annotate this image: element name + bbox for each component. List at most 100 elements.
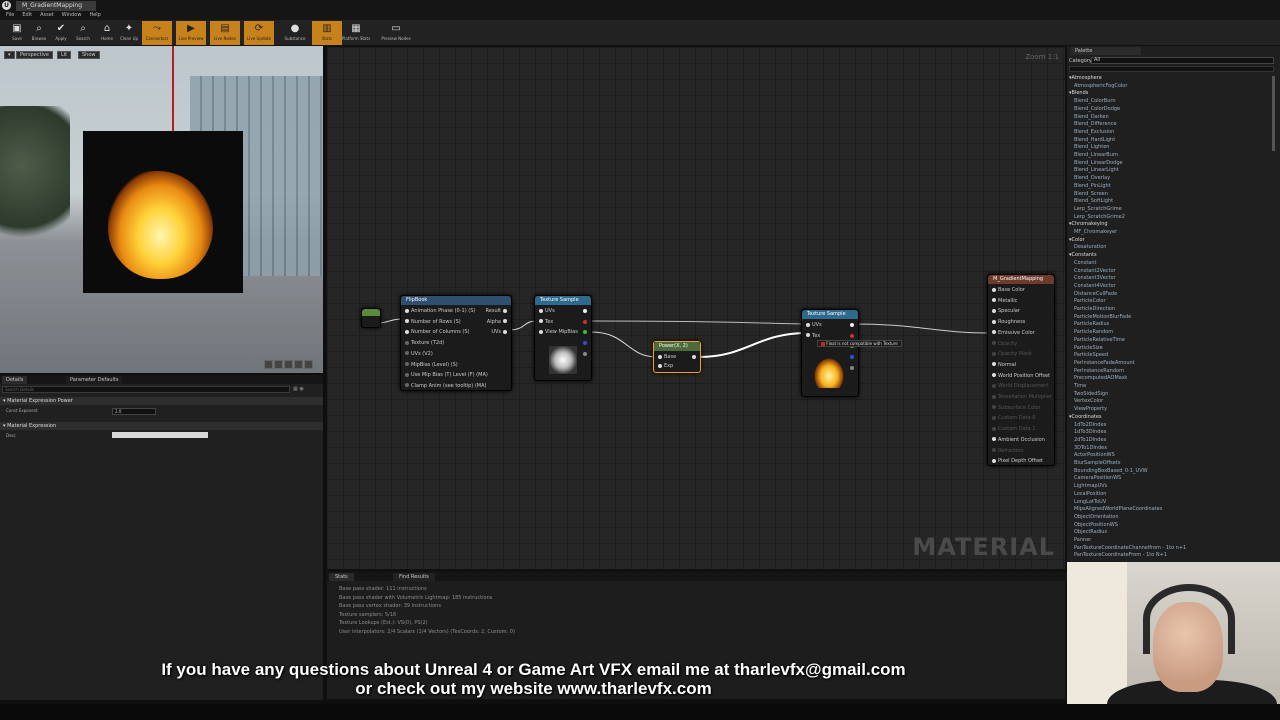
tab-parameter-defaults[interactable]: Parameter Defaults	[66, 376, 123, 384]
palette-category[interactable]: ▾Chromakeying	[1069, 221, 1108, 227]
result-input-pin[interactable]: Emissive Color	[990, 330, 1035, 336]
palette-category[interactable]: ▾Atmosphere	[1069, 75, 1102, 81]
palette-item[interactable]: Constant	[1074, 260, 1096, 266]
palette-item[interactable]: LongLatToUV	[1074, 499, 1106, 505]
palette-item[interactable]: 2dTo1DIndex	[1074, 437, 1106, 443]
power-output-icon[interactable]	[692, 355, 696, 359]
output-pin-icon[interactable]	[583, 319, 587, 324]
tab-palette[interactable]: Palette	[1071, 47, 1141, 55]
live-update-button[interactable]: ⟳ Live Update	[244, 21, 274, 45]
clean-up-button[interactable]: ✦ Clean Up	[114, 21, 144, 45]
flipbook-input-pin[interactable]: Animation Phase (0-1) (S)	[403, 308, 475, 314]
palette-item[interactable]: ParticleRadius	[1074, 321, 1109, 327]
const-exponent-input[interactable]: 2.0	[112, 408, 156, 415]
flipbook-input-pin[interactable]: UVs (V2)	[403, 351, 433, 357]
texsample2-input-pin[interactable]: UVs	[804, 322, 822, 328]
tab-stats[interactable]: Stats	[329, 573, 354, 581]
output-pin-icon[interactable]	[850, 355, 854, 360]
palette-category[interactable]: ▾Color	[1069, 237, 1085, 243]
palette-item[interactable]: PrecomputedAOMask	[1074, 375, 1127, 381]
document-tab[interactable]: M_GradientMapping	[16, 1, 96, 11]
palette-item[interactable]: Blend_Exclusion	[1074, 129, 1114, 135]
menu-window[interactable]: Window	[62, 11, 82, 20]
menu-asset[interactable]: Asset	[40, 11, 54, 20]
palette-item[interactable]: ParticleRelativeTime	[1074, 337, 1125, 343]
palette-category[interactable]: ▾Coordinates	[1069, 414, 1102, 420]
category-material-expression[interactable]: ▾ Material Expression	[0, 422, 323, 430]
palette-item[interactable]: LightmapUVs	[1074, 483, 1107, 489]
palette-category[interactable]: ▾Constants	[1069, 252, 1097, 258]
result-input-pin[interactable]: Refraction	[990, 448, 1024, 454]
result-input-pin[interactable]: Pixel Depth Offset	[990, 458, 1043, 464]
material-graph[interactable]: Zoom 1:1 MATERIAL FlipBook Animation Pha…	[326, 46, 1066, 570]
flipbook-input-pin[interactable]: Use Mip Bias (T) Level (F) (MA)	[403, 372, 488, 378]
connectors-button[interactable]: ⤳ Connectors	[142, 21, 172, 45]
palette-item[interactable]: Constant3Vector	[1074, 275, 1116, 281]
palette-item[interactable]: ParticleMotionBlurFade	[1074, 314, 1131, 320]
palette-item[interactable]: BlurSampleOffsets	[1074, 460, 1120, 466]
palette-item[interactable]: TwoSidedSign	[1074, 391, 1108, 397]
palette-item[interactable]: PanTextureCoordinateChannelfrom - 1to n+…	[1074, 545, 1186, 551]
preview-viewport[interactable]: ▾ Perspective Lit Show	[0, 46, 323, 373]
result-input-pin[interactable]: World Position Offset	[990, 373, 1050, 379]
show-button[interactable]: Show	[78, 51, 100, 59]
details-search-input[interactable]: Search Details	[2, 386, 290, 393]
result-input-pin[interactable]: World Displacement	[990, 383, 1048, 389]
palette-item[interactable]: VertexColor	[1074, 398, 1103, 404]
palette-item[interactable]: Blend_Difference	[1074, 121, 1117, 127]
palette-item[interactable]: ObjectRadius	[1074, 529, 1107, 535]
palette-item[interactable]: Time	[1074, 383, 1086, 389]
flipbook-input-pin[interactable]: Number of Columns (S)	[403, 329, 470, 335]
palette-item[interactable]: Blend_Darken	[1074, 114, 1109, 120]
palette-item[interactable]: ParticleRandom	[1074, 329, 1113, 335]
flipbook-output-pin[interactable]: Result	[486, 308, 509, 314]
palette-item[interactable]: Blend_HardLight	[1074, 137, 1115, 143]
palette-item[interactable]: Blend_Lighten	[1074, 144, 1109, 150]
palette-item[interactable]: ParticleDirection	[1074, 306, 1115, 312]
cylinder-icon[interactable]	[264, 360, 273, 369]
texture-sample-node-1[interactable]: Texture Sample UVs Tex View MipBias	[534, 295, 592, 381]
palette-item[interactable]: ObjectPositionWS	[1074, 522, 1118, 528]
tab-details[interactable]: Details	[2, 376, 28, 384]
result-input-pin[interactable]: Custom Data 1	[990, 426, 1035, 432]
palette-item[interactable]: 3DTo1DIndex	[1074, 445, 1107, 451]
palette-item[interactable]: Blend_LinearBurn	[1074, 152, 1118, 158]
teapot-icon[interactable]	[304, 360, 313, 369]
flipbook-output-pin[interactable]: UVs	[491, 329, 509, 335]
output-pin-icon[interactable]	[583, 309, 587, 313]
palette-item[interactable]: 1dTo3DIndex	[1074, 429, 1106, 435]
sphere-icon[interactable]	[274, 360, 283, 369]
palette-item[interactable]: Blend_PinLight	[1074, 183, 1111, 189]
viewport-menu-button[interactable]: ▾	[4, 51, 15, 59]
lit-button[interactable]: Lit	[57, 51, 72, 59]
palette-item[interactable]: Blend_Overlay	[1074, 175, 1110, 181]
texsample1-input-pin[interactable]: View MipBias	[537, 329, 578, 335]
texsample2-input-pin[interactable]: Tex	[804, 333, 820, 339]
live-nodes-button[interactable]: ▤ Live Nodes	[210, 21, 240, 45]
palette-item[interactable]: DistanceCullFade	[1074, 291, 1117, 297]
palette-item[interactable]: Blend_Screen	[1074, 191, 1108, 197]
result-input-pin[interactable]: Normal	[990, 362, 1016, 368]
power-input-pin[interactable]: Exp	[656, 363, 673, 369]
texture-sample-node-2[interactable]: Texture Sample UVs Tex	[801, 309, 859, 397]
flipbook-input-pin[interactable]: Clamp Anim (see tooltip) (MA)	[403, 383, 486, 389]
palette-item[interactable]: Blend_ColorBurn	[1074, 98, 1116, 104]
live-preview-button[interactable]: ▶ Live Preview	[176, 21, 206, 45]
palette-item[interactable]: Blend_SoftLight	[1074, 198, 1113, 204]
palette-search-input[interactable]	[1069, 66, 1274, 72]
palette-item[interactable]: Panner	[1074, 537, 1091, 543]
palette-item[interactable]: PerInstanceRandom	[1074, 368, 1124, 374]
palette-item[interactable]: ParticleSize	[1074, 345, 1103, 351]
palette-item[interactable]: MF_Chromakeyer	[1074, 229, 1117, 235]
palette-item[interactable]: MipsAlignedWorldPlaneCoordinates	[1074, 506, 1162, 512]
palette-category[interactable]: ▾Blends	[1069, 90, 1088, 96]
output-pin-icon[interactable]	[583, 330, 587, 335]
palette-item[interactable]: Constant4Vector	[1074, 283, 1116, 289]
view-options-icon[interactable]: ▦ ◉	[293, 386, 321, 393]
palette-item[interactable]: Lerp_ScratchGrime	[1074, 206, 1122, 212]
flipbook-input-pin[interactable]: MipBias (Level) (S)	[403, 362, 458, 368]
flipbook-input-pin[interactable]: Texture (T2d)	[403, 340, 444, 346]
palette-item[interactable]: ParticleSpeed	[1074, 352, 1108, 358]
tab-find-results[interactable]: Find Results	[393, 573, 435, 581]
output-pin-icon[interactable]	[583, 351, 587, 356]
